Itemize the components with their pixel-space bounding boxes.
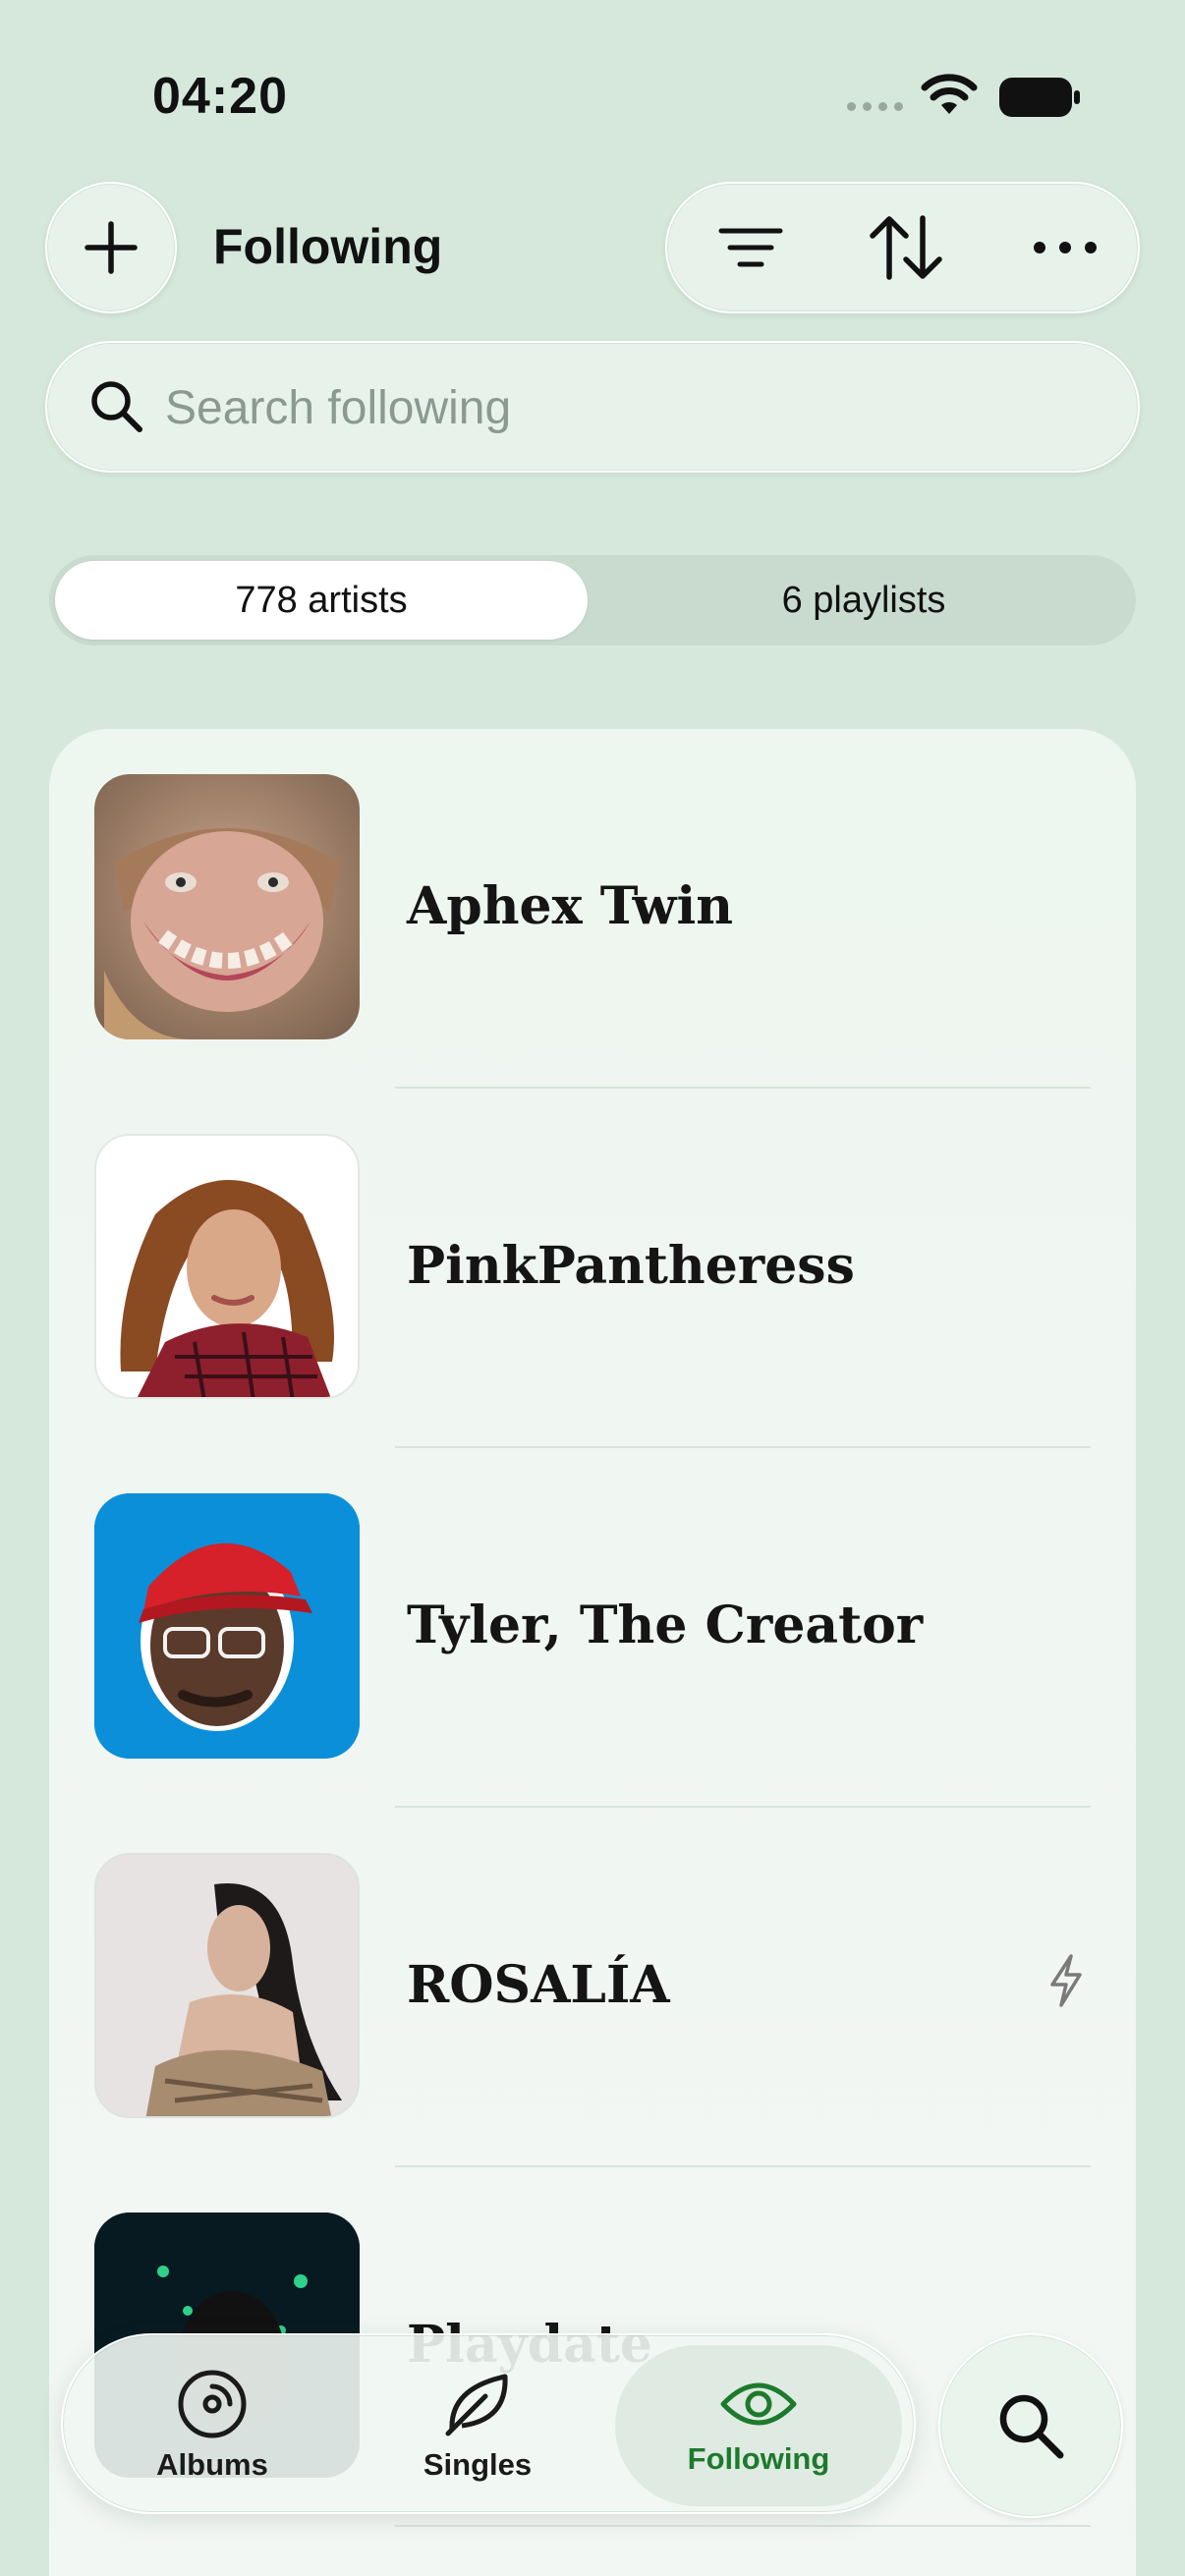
artist-photo: [94, 774, 360, 1039]
list-item[interactable]: ROSALÍA: [49, 1808, 1136, 2167]
more-icon: [1034, 242, 1097, 253]
list-item[interactable]: Aphex Twin: [49, 729, 1136, 1089]
tab-albums[interactable]: Albums: [69, 2345, 356, 2506]
list-item[interactable]: Tyler, The Creator: [49, 1448, 1136, 1808]
artist-photo: [94, 1853, 360, 2118]
signal-dots-icon: [847, 102, 903, 111]
eye-icon: [720, 2382, 797, 2426]
more-button[interactable]: [1001, 184, 1129, 311]
toolbar-group: [665, 182, 1140, 313]
tab-albums-label: Albums: [156, 2447, 268, 2482]
battery-icon: [999, 78, 1080, 117]
segment-playlists-label: 6 playlists: [781, 579, 946, 621]
sort-button[interactable]: [842, 184, 970, 311]
leaf-icon: [445, 2374, 508, 2436]
sort-icon: [870, 215, 942, 280]
artist-photo: [94, 1134, 360, 1399]
search-bar[interactable]: [45, 341, 1140, 473]
artist-name: Tyler, The Creator: [407, 1596, 924, 1655]
artist-list: Aphex Twin PinkPantheress Tyler, The Cre…: [49, 729, 1136, 2576]
status-bar: 04:20: [0, 0, 1185, 187]
plus-icon: [85, 221, 138, 274]
wifi-icon: [921, 74, 978, 114]
segment-artists[interactable]: 778 artists: [55, 561, 588, 640]
tab-singles-label: Singles: [423, 2447, 533, 2482]
row-divider: [395, 2525, 1091, 2527]
search-icon: [999, 2394, 1064, 2459]
add-button[interactable]: [45, 182, 177, 313]
filter-button[interactable]: [687, 184, 815, 311]
vinyl-icon: [178, 2370, 247, 2438]
search-input[interactable]: [165, 370, 1049, 445]
bolt-icon: [1050, 1954, 1082, 2007]
tab-following[interactable]: Following: [615, 2345, 902, 2506]
page-title: Following: [213, 219, 443, 274]
status-time: 04:20: [152, 68, 288, 125]
artist-name: PinkPantheress: [407, 1236, 855, 1296]
tab-bar: Albums Singles Following: [61, 2333, 916, 2514]
search-icon: [91, 381, 142, 432]
list-item[interactable]: PinkPantheress: [49, 1089, 1136, 1448]
tab-following-label: Following: [687, 2441, 830, 2476]
filter-icon: [718, 228, 783, 267]
segmented-control: 778 artists 6 playlists: [49, 555, 1136, 645]
artist-name: ROSALÍA: [407, 1955, 670, 2015]
artist-photo: [94, 1493, 360, 1759]
search-button[interactable]: [938, 2333, 1123, 2518]
tab-singles[interactable]: Singles: [334, 2345, 621, 2506]
segment-playlists[interactable]: 6 playlists: [597, 561, 1130, 640]
artist-name: Aphex Twin: [407, 876, 734, 936]
segment-artists-label: 778 artists: [235, 579, 408, 621]
